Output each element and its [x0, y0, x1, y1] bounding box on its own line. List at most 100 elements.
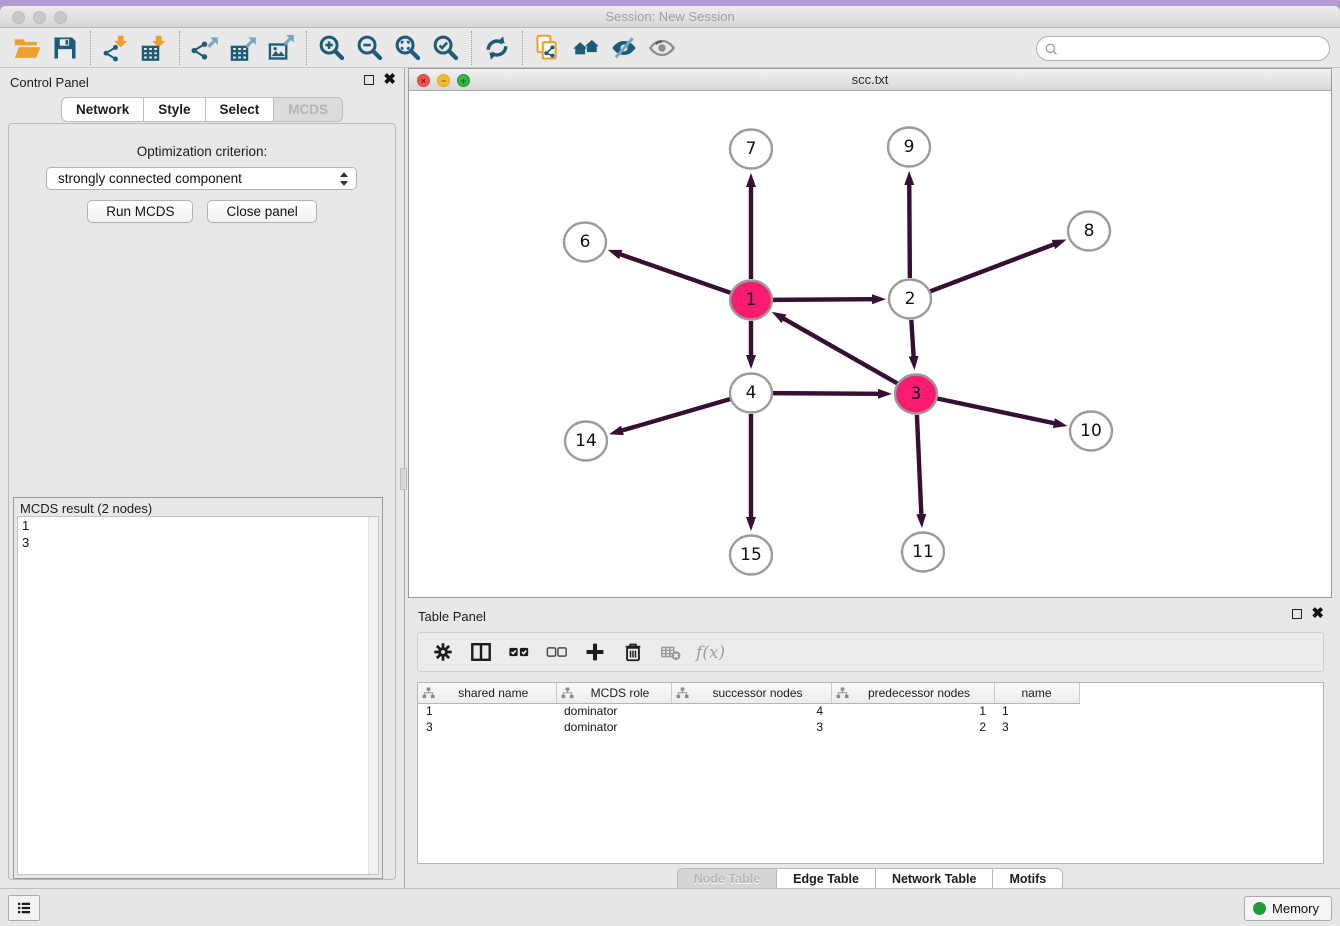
graph-edge-3-10[interactable] [937, 398, 1055, 423]
export-image-button[interactable] [262, 30, 300, 66]
svg-text:10: 10 [1080, 421, 1102, 441]
table-cell[interactable]: 4 [671, 703, 831, 719]
vertical-splitter-grip[interactable] [400, 468, 407, 490]
table-cell[interactable]: 1 [994, 703, 1079, 719]
delete-table-button [654, 636, 688, 668]
close-panel-button[interactable]: Close panel [207, 200, 316, 223]
export-table-button[interactable] [224, 30, 262, 66]
graph-node-7[interactable]: 7 [730, 130, 772, 169]
zoom-selected-icon [432, 34, 460, 62]
column-header-successor-nodes[interactable]: successor nodes [671, 683, 831, 703]
table-settings-icon [432, 641, 454, 663]
graph-node-6[interactable]: 6 [564, 223, 606, 262]
tree-icon [676, 687, 689, 699]
select-all-columns-button[interactable] [502, 636, 536, 668]
tab-mcds[interactable]: MCDS [274, 97, 343, 122]
import-table-button[interactable] [135, 30, 173, 66]
graph-node-1[interactable]: 1 [730, 281, 772, 320]
close-table-panel-icon[interactable]: ✖ [1311, 609, 1324, 619]
table-cell[interactable]: dominator [556, 703, 671, 719]
zoom-in-icon [318, 34, 346, 62]
hide-graphics-details-button[interactable] [605, 30, 643, 66]
graph-node-2[interactable]: 2 [889, 280, 931, 319]
import-network-button[interactable] [97, 30, 135, 66]
save-session-button[interactable] [46, 30, 84, 66]
show-graphics-details-button[interactable] [643, 30, 681, 66]
tab-select[interactable]: Select [206, 97, 275, 122]
table-row[interactable]: 3dominator323 [418, 719, 1323, 735]
memory-status-dot [1253, 902, 1266, 915]
run-mcds-button[interactable]: Run MCDS [87, 200, 193, 223]
zoom-out-button[interactable] [351, 30, 389, 66]
graph-edge-2-9[interactable] [909, 184, 910, 278]
svg-text:11: 11 [912, 542, 934, 562]
graph-node-11[interactable]: 11 [902, 533, 944, 572]
zoom-in-button[interactable] [313, 30, 351, 66]
table-cell[interactable]: 3 [671, 719, 831, 735]
zoom-fit-button[interactable] [389, 30, 427, 66]
refresh-style-button[interactable] [478, 30, 516, 66]
graph-edge-2-8[interactable] [930, 244, 1055, 291]
graph-node-8[interactable]: 8 [1068, 212, 1110, 251]
first-neighbors-button[interactable] [567, 30, 605, 66]
table-panel-header: Table Panel ✖ [408, 602, 1332, 630]
export-image-icon [267, 34, 295, 62]
graph-edge-1-2[interactable] [772, 299, 873, 300]
mcds-result-box[interactable]: 13 [17, 516, 379, 875]
graph-node-14[interactable]: 14 [565, 422, 607, 461]
table-cell[interactable]: 1 [831, 703, 994, 719]
optimization-criterion-label: Optimization criterion: [9, 144, 395, 159]
float-table-panel-icon[interactable] [1292, 609, 1302, 619]
control-panel-header: Control Panel ✖ [0, 68, 404, 96]
clone-network-icon [534, 34, 562, 62]
table-cell[interactable]: 3 [994, 719, 1079, 735]
table-settings-button[interactable] [426, 636, 460, 668]
graph-node-10[interactable]: 10 [1070, 412, 1112, 451]
toggle-panel-icon [470, 641, 492, 663]
deselect-all-columns-button[interactable] [540, 636, 574, 668]
table-cell[interactable]: 1 [418, 703, 556, 719]
graph-node-9[interactable]: 9 [888, 128, 930, 167]
tab-style[interactable]: Style [144, 97, 205, 122]
close-panel-icon[interactable]: ✖ [383, 75, 396, 85]
graph-edge-3-11[interactable] [917, 415, 921, 515]
clone-network-button[interactable] [529, 30, 567, 66]
memory-button[interactable]: Memory [1244, 896, 1332, 921]
graph-node-4[interactable]: 4 [730, 374, 772, 413]
table-cell[interactable]: dominator [556, 719, 671, 735]
table-row[interactable]: 1dominator411 [418, 703, 1323, 719]
graph-edge-3-1[interactable] [783, 318, 898, 383]
show-panels-button[interactable] [8, 895, 40, 921]
export-network-button[interactable] [186, 30, 224, 66]
graph-edge-4-14[interactable] [622, 399, 731, 431]
first-neighbors-icon [572, 34, 600, 62]
table-cell[interactable]: 2 [831, 719, 994, 735]
mcds-result-scrollbar[interactable] [368, 517, 378, 874]
column-header-predecessor-nodes[interactable]: predecessor nodes [831, 683, 994, 703]
search-input[interactable] [1063, 38, 1321, 59]
zoom-selected-button[interactable] [427, 30, 465, 66]
memory-label: Memory [1272, 901, 1319, 916]
app-title: Session: New Session [0, 9, 1340, 24]
graph-edge-1-6[interactable] [620, 254, 731, 293]
delete-column-button[interactable] [616, 636, 650, 668]
graph-edge-2-3[interactable] [911, 320, 913, 357]
float-panel-icon[interactable] [364, 75, 374, 85]
open-session-button[interactable] [8, 30, 46, 66]
graph-edge-4-3[interactable] [772, 393, 879, 394]
function-builder-button [692, 636, 726, 668]
add-column-button[interactable] [578, 636, 612, 668]
column-header-shared-name[interactable]: shared name [418, 683, 556, 703]
column-header-name[interactable]: name [994, 683, 1079, 703]
network-canvas[interactable]: 1 2 3 4 6 7 8 9 10 11 14 15 [409, 91, 1331, 597]
graph-node-3[interactable]: 3 [895, 375, 937, 414]
toggle-panel-button[interactable] [464, 636, 498, 668]
graph-node-15[interactable]: 15 [730, 536, 772, 575]
column-header-mcds-role[interactable]: MCDS role [556, 683, 671, 703]
optimization-criterion-dropdown[interactable]: strongly connected component [46, 167, 357, 190]
export-table-icon [229, 34, 257, 62]
tab-network[interactable]: Network [61, 97, 144, 122]
app-titlebar: Session: New Session [0, 6, 1340, 28]
network-window: × − + scc.txt 1234678910111415 [408, 68, 1332, 598]
table-cell[interactable]: 3 [418, 719, 556, 735]
